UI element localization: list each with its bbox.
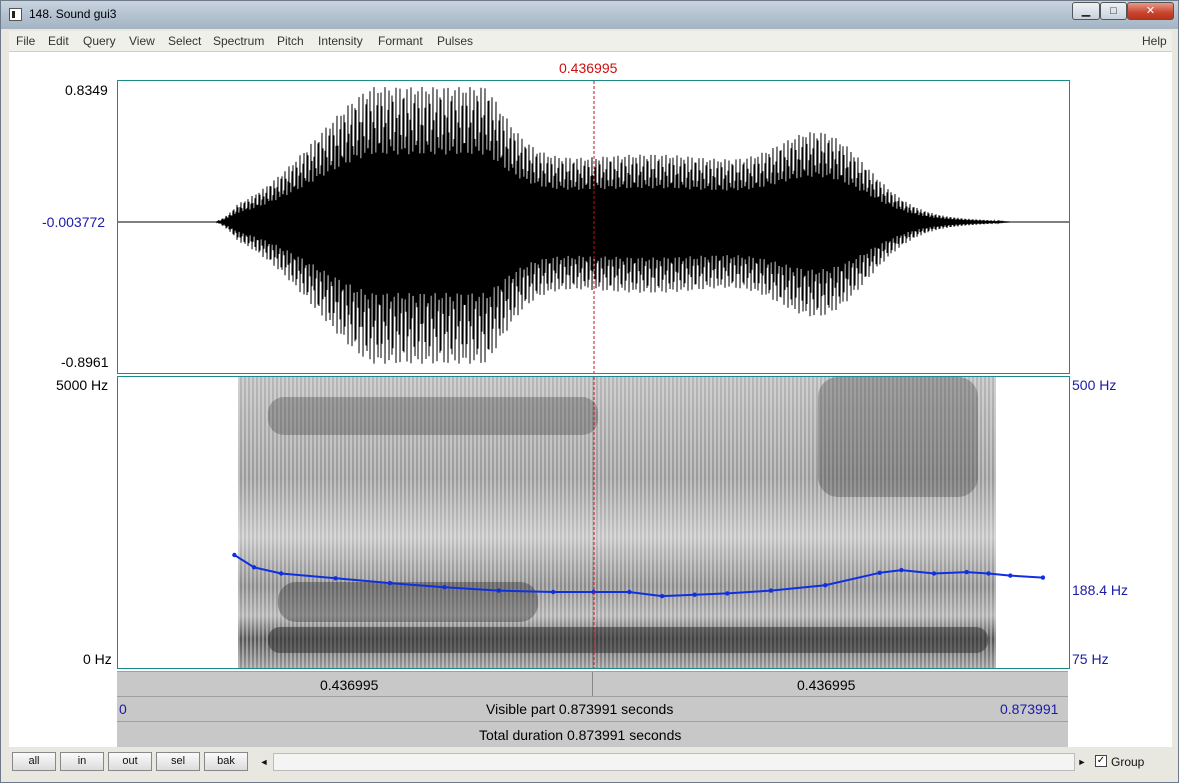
left-segment-duration[interactable]: 0.436995 (320, 677, 378, 693)
menu-pitch[interactable]: Pitch (277, 34, 304, 48)
menu-intensity[interactable]: Intensity (318, 34, 363, 48)
pitch-point (768, 588, 774, 593)
pitch-point (725, 591, 730, 596)
pitch-point (251, 565, 257, 570)
pitch-point (627, 589, 632, 595)
scroll-left-arrow-icon[interactable]: ◄ (257, 753, 271, 771)
pitch-point (899, 567, 904, 573)
spectrogram-freq-min-label: 0 Hz (83, 651, 112, 667)
window-icon (9, 8, 22, 21)
right-segment-duration[interactable]: 0.436995 (797, 677, 855, 693)
zoom-in-button[interactable]: in (60, 752, 104, 771)
spectrogram-formant-band-2 (278, 582, 538, 622)
pitch-point (551, 589, 556, 595)
segment-divider (592, 672, 593, 696)
menu-file[interactable]: File (16, 34, 35, 48)
minimize-button[interactable]: ▁ (1072, 2, 1100, 20)
menu-bar: File Edit Query View Select Spectrum Pit… (9, 31, 1172, 52)
waveform-trace (118, 86, 1068, 364)
spectrogram-formant-band-4 (818, 377, 978, 497)
pitch-point (964, 569, 969, 575)
pitch-point (387, 580, 393, 586)
pitch-point (877, 570, 882, 575)
zoom-toolbar: all in out sel bak ◄ ► ✓ Group (9, 749, 1172, 777)
waveform-min-label: -0.8961 (61, 354, 109, 370)
menu-view[interactable]: View (129, 34, 155, 48)
menu-pulses[interactable]: Pulses (437, 34, 473, 48)
zoom-all-button[interactable]: all (12, 752, 56, 771)
pitch-bottom-label: 75 Hz (1072, 651, 1109, 667)
group-checkbox[interactable]: ✓ (1095, 755, 1107, 767)
menu-edit[interactable]: Edit (48, 34, 69, 48)
menu-select[interactable]: Select (168, 34, 201, 48)
visible-end-time: 0.873991 (1000, 701, 1059, 717)
pitch-point (692, 592, 697, 597)
pitch-point (659, 593, 665, 599)
pitch-point (232, 552, 237, 558)
waveform-mid-label: -0.003772 (42, 214, 106, 230)
cursor-time-label: 0.436995 (559, 60, 618, 76)
pitch-top-label: 500 Hz (1072, 377, 1117, 393)
scroll-right-arrow-icon[interactable]: ► (1075, 753, 1089, 771)
pitch-point (823, 583, 828, 588)
pitch-point (1040, 575, 1046, 580)
title-bar[interactable]: 148. Sound gui3 ▁ □ ✕ (1, 1, 1178, 29)
menu-spectrum[interactable]: Spectrum (213, 34, 264, 48)
window-title: 148. Sound gui3 (29, 7, 117, 21)
group-checkbox-label: Group (1111, 755, 1145, 769)
praat-sound-window: 148. Sound gui3 ▁ □ ✕ File Edit Query Vi… (0, 0, 1179, 783)
pitch-point (333, 576, 338, 581)
menu-query[interactable]: Query (83, 34, 116, 48)
spectrogram-formant-band-3 (268, 397, 598, 435)
pitch-point (931, 571, 937, 576)
total-duration-label[interactable]: Total duration 0.873991 seconds (479, 727, 681, 743)
spectrogram-plot (232, 377, 1046, 668)
selection-time-bar[interactable] (117, 671, 1068, 696)
waveform-plot (118, 81, 1069, 373)
pitch-point (986, 571, 991, 576)
visible-part-label[interactable]: Visible part 0.873991 seconds (486, 701, 673, 717)
pitch-point (279, 571, 284, 576)
pitch-cursor-label: 188.4 Hz (1072, 582, 1129, 598)
zoom-back-button[interactable]: bak (204, 752, 248, 771)
pitch-point (442, 585, 447, 590)
spectrogram-freq-max-label: 5000 Hz (56, 377, 109, 393)
menu-help[interactable]: Help (1142, 34, 1167, 48)
pitch-point (1008, 573, 1013, 578)
waveform-max-label: 0.8349 (65, 82, 108, 98)
spectrogram-panel[interactable] (117, 376, 1070, 669)
close-button[interactable]: ✕ (1127, 2, 1174, 20)
pitch-point (496, 588, 501, 593)
maximize-button[interactable]: □ (1100, 2, 1127, 20)
waveform-panel[interactable] (117, 80, 1070, 374)
zoom-out-button[interactable]: out (108, 752, 152, 771)
spectrogram-formant-band-1 (268, 627, 988, 653)
zoom-selection-button[interactable]: sel (156, 752, 200, 771)
horizontal-scrollbar[interactable] (273, 753, 1075, 771)
visible-start-time: 0 (119, 701, 127, 717)
menu-formant[interactable]: Formant (378, 34, 423, 48)
